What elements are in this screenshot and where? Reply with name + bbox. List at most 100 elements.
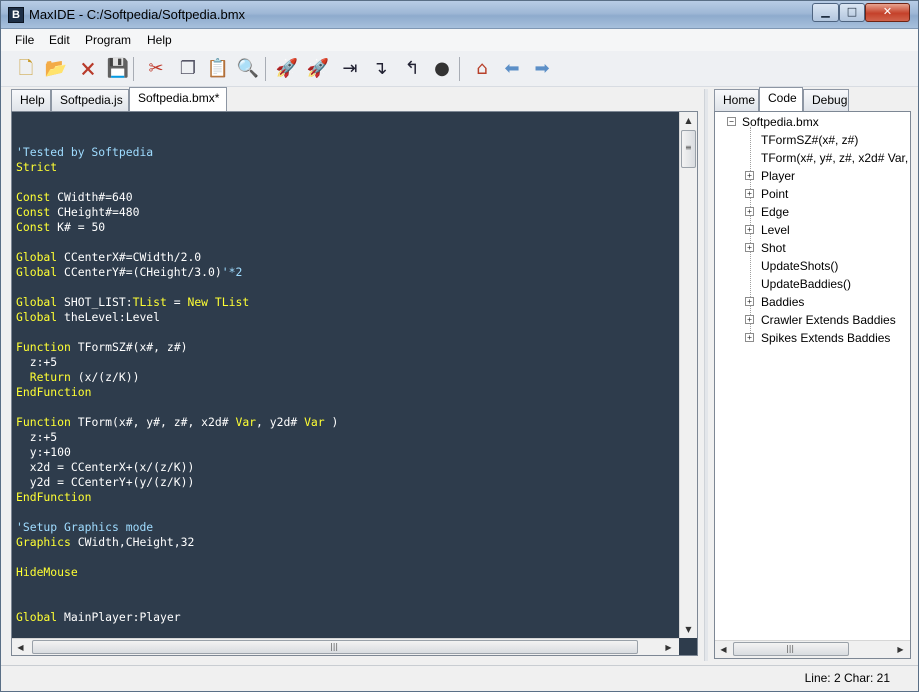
code-line[interactable]: Const CWidth#=640 — [16, 190, 678, 205]
collapse-icon[interactable]: − — [727, 117, 736, 126]
maximize-button[interactable]: □ — [839, 3, 865, 22]
editor-vscroll-thumb[interactable]: ≡ — [681, 130, 696, 168]
code-line[interactable]: Graphics CWidth,CHeight,32 — [16, 535, 678, 550]
stop-icon[interactable]: ● — [429, 56, 455, 82]
code-line[interactable] — [16, 400, 678, 415]
tab-softpedia-bmx[interactable]: Softpedia.bmx* — [129, 87, 227, 111]
code-line[interactable]: Const K# = 50 — [16, 220, 678, 235]
code-line[interactable]: y2d = CCenterY+(y/(z/K)) — [16, 475, 678, 490]
close-file-icon[interactable]: 🗙 — [75, 56, 101, 82]
tab-code[interactable]: Code — [759, 87, 803, 111]
tree-item[interactable]: Level — [761, 221, 790, 239]
code-line[interactable] — [16, 130, 678, 145]
code-line[interactable] — [16, 505, 678, 520]
back-icon[interactable]: ⬅ — [499, 56, 525, 82]
code-area[interactable]: 'Tested by Softpedia Strict Const CWidth#… — [16, 130, 678, 638]
tree-item[interactable]: Crawler Extends Baddies — [761, 311, 896, 329]
cut-icon[interactable]: ✂ — [143, 56, 169, 82]
save-file-icon[interactable]: 💾 — [105, 56, 131, 82]
code-line[interactable]: EndFunction — [16, 490, 678, 505]
step-in-icon[interactable]: ↴ — [367, 56, 393, 82]
scroll-right-arrow-icon[interactable]: ▶ — [660, 639, 677, 656]
code-line[interactable]: Global MainPlayer:Player — [16, 610, 678, 625]
code-line[interactable]: EndFunction — [16, 385, 678, 400]
code-line[interactable]: z:+5 — [16, 430, 678, 445]
forward-icon[interactable]: ➡ — [529, 56, 555, 82]
menu-file[interactable]: File — [15, 33, 34, 47]
close-button[interactable]: ✕ — [865, 3, 910, 22]
code-line[interactable]: Global theLevel:Level — [16, 310, 678, 325]
code-line[interactable] — [16, 595, 678, 610]
home-icon[interactable]: ⌂ — [469, 56, 495, 82]
tab-softpedia-js[interactable]: Softpedia.js — [51, 89, 129, 111]
code-line[interactable] — [16, 280, 678, 295]
tree-item[interactable]: UpdateShots() — [761, 257, 838, 275]
tree-item[interactable]: Point — [761, 185, 788, 203]
editor-vertical-scrollbar[interactable]: ▲ ≡ ▼ — [679, 112, 697, 638]
code-line[interactable]: Function TForm(x#, y#, z#, x2d# Var, y2d… — [16, 415, 678, 430]
title-bar[interactable]: B MaxIDE - C:/Softpedia/Softpedia.bmx ▁ … — [1, 1, 918, 29]
editor-hscroll-thumb[interactable]: ||| — [32, 640, 638, 654]
code-line[interactable]: HideMouse — [16, 565, 678, 580]
tab-debug[interactable]: Debug — [803, 89, 849, 111]
tree-item[interactable]: UpdateBaddies() — [761, 275, 851, 293]
code-line[interactable]: x2d = CCenterX+(x/(z/K)) — [16, 460, 678, 475]
tab-help[interactable]: Help — [11, 89, 51, 111]
code-line[interactable]: Global CCenterX#=CWidth/2.0 — [16, 250, 678, 265]
code-line[interactable]: y:+100 — [16, 445, 678, 460]
code-line[interactable] — [16, 580, 678, 595]
build-run-icon[interactable]: 🚀 — [305, 56, 331, 82]
open-file-icon[interactable]: 📂 — [43, 56, 69, 82]
menu-help[interactable]: Help — [147, 33, 172, 47]
minimize-button[interactable]: ▁ — [812, 3, 839, 22]
expand-icon[interactable]: + — [745, 189, 754, 198]
code-line[interactable]: Global CCenterY#=(CHeight/3.0)'*2 — [16, 265, 678, 280]
step-icon[interactable]: ⇥ — [337, 56, 363, 82]
expand-icon[interactable]: + — [745, 225, 754, 234]
editor-horizontal-scrollbar[interactable]: ◀ ||| ▶ — [12, 638, 679, 655]
code-line[interactable] — [16, 550, 678, 565]
code-line[interactable]: 'Tested by Softpedia — [16, 145, 678, 160]
expand-icon[interactable]: + — [745, 297, 754, 306]
find-icon[interactable]: 🔍 — [235, 56, 261, 82]
tree-root[interactable]: Softpedia.bmx — [742, 113, 819, 131]
new-file-icon[interactable]: 🗋 — [13, 56, 39, 82]
menu-program[interactable]: Program — [85, 33, 131, 47]
tree-item[interactable]: Shot — [761, 239, 786, 257]
step-out-icon[interactable]: ↰ — [399, 56, 425, 82]
expand-icon[interactable]: + — [745, 171, 754, 180]
scroll-down-arrow-icon[interactable]: ▼ — [680, 621, 697, 638]
scroll-up-arrow-icon[interactable]: ▲ — [680, 112, 697, 129]
expand-icon[interactable]: + — [745, 315, 754, 324]
code-line[interactable] — [16, 625, 678, 638]
tree-item[interactable]: Player — [761, 167, 795, 185]
scroll-left-arrow-icon[interactable]: ◀ — [715, 641, 732, 658]
code-line[interactable]: z:+5 — [16, 355, 678, 370]
menu-edit[interactable]: Edit — [49, 33, 70, 47]
tree-horizontal-scrollbar[interactable]: ◀ ||| ▶ — [715, 640, 910, 658]
copy-icon[interactable]: ❐ — [175, 56, 201, 82]
code-line[interactable]: Strict — [16, 160, 678, 175]
code-line[interactable]: Global SHOT_LIST:TList = New TList — [16, 295, 678, 310]
code-line[interactable]: Return (x/(z/K)) — [16, 370, 678, 385]
expand-icon[interactable]: + — [745, 333, 754, 342]
build-icon[interactable]: 🚀 — [274, 56, 300, 82]
tree-item[interactable]: Spikes Extends Baddies — [761, 329, 890, 347]
paste-icon[interactable]: 📋 — [205, 56, 231, 82]
code-line[interactable]: 'Setup Graphics mode — [16, 520, 678, 535]
code-editor[interactable]: 'Tested by Softpedia Strict Const CWidth#… — [11, 111, 698, 656]
code-line[interactable]: Function TFormSZ#(x#, z#) — [16, 340, 678, 355]
tree-hscroll-thumb[interactable]: ||| — [733, 642, 849, 656]
code-line[interactable] — [16, 325, 678, 340]
expand-icon[interactable]: + — [745, 243, 754, 252]
code-line[interactable]: Const CHeight#=480 — [16, 205, 678, 220]
code-line[interactable] — [16, 235, 678, 250]
scroll-left-arrow-icon[interactable]: ◀ — [12, 639, 29, 656]
scroll-right-arrow-icon[interactable]: ▶ — [892, 641, 909, 658]
tree-item[interactable]: Edge — [761, 203, 789, 221]
splitter[interactable] — [704, 89, 708, 661]
tab-home[interactable]: Home — [714, 89, 759, 111]
tree-item[interactable]: TFormSZ#(x#, z#) — [761, 131, 858, 149]
tree-item[interactable]: Baddies — [761, 293, 804, 311]
code-line[interactable] — [16, 175, 678, 190]
